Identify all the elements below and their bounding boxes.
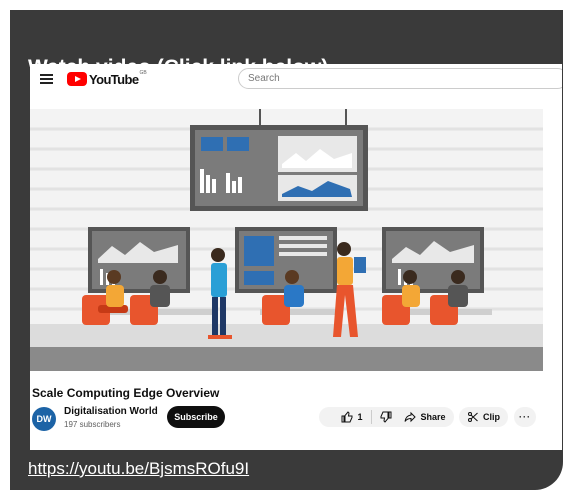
video-title[interactable]: Scale Computing Edge Overview	[32, 386, 219, 400]
share-button[interactable]: Share	[396, 407, 454, 427]
scissors-icon	[468, 412, 478, 422]
channel-avatar[interactable]: DW	[32, 407, 56, 431]
country-code: GB	[139, 70, 147, 76]
thumbs-down-icon	[380, 411, 391, 423]
subscriber-count: 197 subscribers	[64, 420, 121, 429]
youtube-logo[interactable]: YouTube GB	[67, 70, 147, 87]
menu-icon[interactable]	[40, 74, 53, 84]
video-thumbnail-illustration	[30, 109, 543, 371]
clip-label: Clip	[483, 412, 500, 422]
thumbs-up-icon	[341, 411, 353, 423]
video-link[interactable]: https://youtu.be/BjsmsROfu9I	[28, 459, 249, 479]
youtube-logo-text: YouTube	[89, 71, 139, 87]
video-card: Watch video (Click link below) YouTube G…	[10, 10, 563, 490]
search-placeholder: Search	[248, 73, 280, 84]
youtube-play-icon	[67, 72, 87, 86]
youtube-header: YouTube GB Search	[30, 64, 562, 94]
more-actions-button[interactable]: ···	[514, 407, 536, 427]
share-label: Share	[420, 412, 446, 422]
search-input[interactable]: Search	[238, 68, 562, 89]
clip-button[interactable]: Clip	[459, 407, 508, 427]
more-icon: ···	[519, 412, 531, 422]
channel-name[interactable]: Digitalisation World	[64, 406, 158, 417]
subscribe-button[interactable]: Subscribe	[167, 406, 225, 428]
like-button[interactable]: 1	[333, 407, 370, 427]
youtube-screenshot[interactable]: YouTube GB Search Scale Computing Edge O…	[30, 64, 562, 450]
like-count: 1	[357, 412, 363, 422]
video-player[interactable]	[30, 109, 543, 371]
share-icon	[404, 411, 417, 423]
